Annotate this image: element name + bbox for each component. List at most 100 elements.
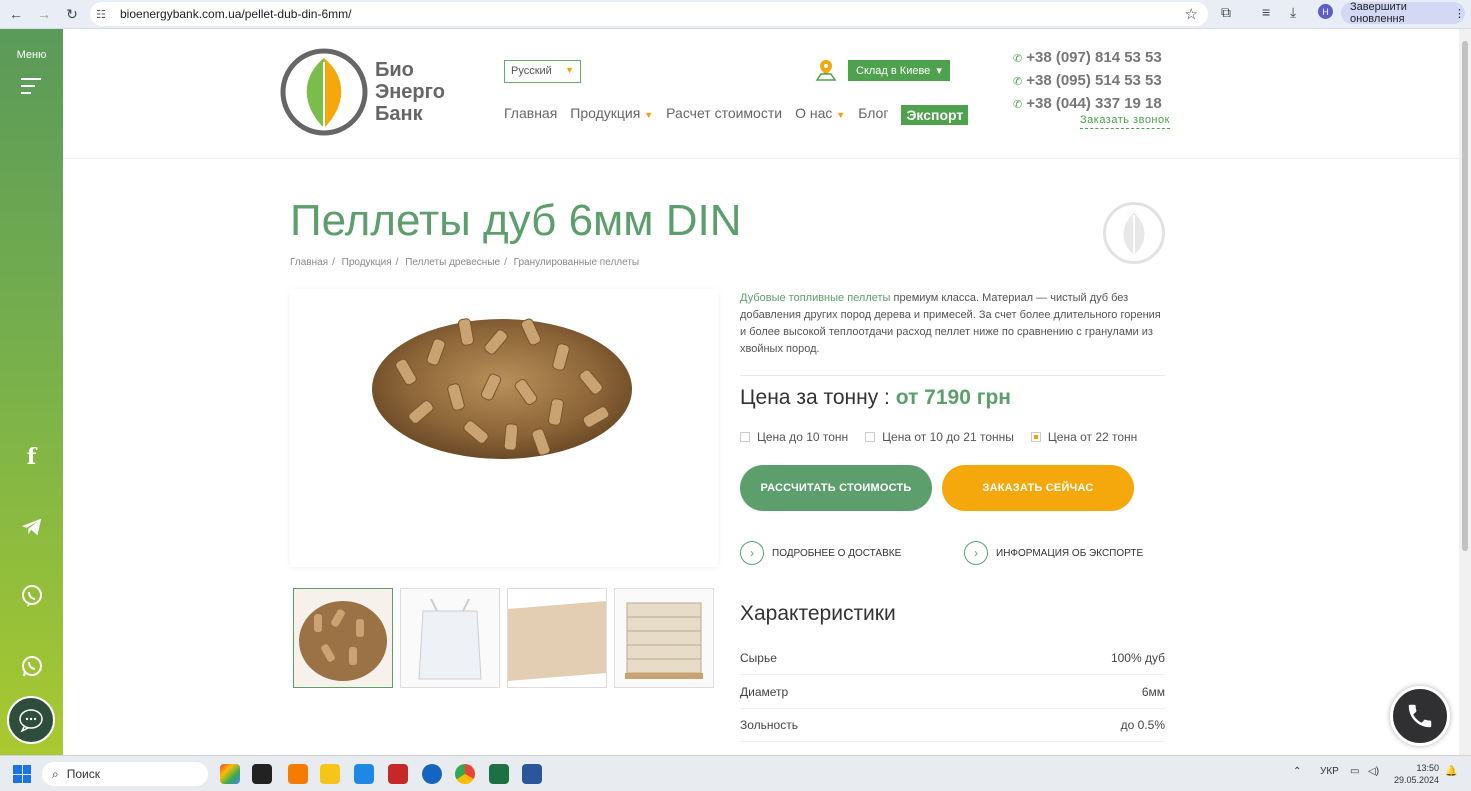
- site-logo[interactable]: [280, 48, 368, 136]
- update-button[interactable]: Завершити оновлення ⋮: [1341, 1, 1465, 25]
- menu-burger-icon[interactable]: [21, 78, 41, 99]
- order-now-button[interactable]: ЗАКАЗАТЬ СЕЙЧАС: [942, 465, 1134, 511]
- char-row: Зольность до 0.5%: [740, 709, 1165, 742]
- notes-app-icon[interactable]: [354, 764, 374, 784]
- char-row: Сырье 100% дуб: [740, 642, 1165, 675]
- caret-down-icon: ▼: [836, 110, 846, 120]
- tray-chevron-up-icon[interactable]: ⌃: [1293, 766, 1301, 777]
- viber-icon[interactable]: [0, 584, 63, 614]
- update-label: Завершити оновлення: [1350, 1, 1407, 25]
- browser-app-icon[interactable]: [422, 764, 442, 784]
- telegram-icon[interactable]: [0, 517, 63, 543]
- breadcrumb-granulated[interactable]: Гранулированные пеллеты: [514, 257, 639, 268]
- site-info-icon[interactable]: ☷: [96, 8, 118, 21]
- phone-list: ✆ +38 (097) 814 53 53 ✆ +38 (095) 514 53 5…: [1013, 49, 1162, 118]
- call-button[interactable]: [1390, 686, 1450, 746]
- checkbox[interactable]: [865, 432, 876, 442]
- caret-down-icon: ▼: [644, 110, 654, 120]
- word-icon[interactable]: [522, 764, 542, 784]
- page-scrollbar[interactable]: [1459, 29, 1471, 755]
- reading-list-icon[interactable]: ≡: [1262, 4, 1270, 20]
- volume-icon[interactable]: ◁): [1368, 766, 1379, 777]
- phone-icon: ✆: [1013, 76, 1023, 88]
- price-option-10-to-21[interactable]: Цена от 10 до 21 тонны: [865, 430, 1014, 444]
- network-icon[interactable]: ▭: [1350, 766, 1359, 777]
- reader-app-icon[interactable]: [388, 764, 408, 784]
- char-row: Диаметр 6мм: [740, 676, 1165, 709]
- product-description: Дубовые топливные пеллеты премиум класса…: [740, 292, 1161, 355]
- nav-export[interactable]: Экспорт: [901, 105, 969, 125]
- breadcrumb-home[interactable]: Главная: [290, 257, 328, 268]
- price-options: Цена до 10 тонн Цена от 10 до 21 тонны Ц…: [740, 430, 1154, 444]
- search-icon: ⌕: [52, 766, 59, 781]
- excel-icon[interactable]: [489, 764, 509, 784]
- nav-products[interactable]: Продукция ▼: [570, 105, 653, 125]
- menu-label: Меню: [16, 49, 47, 61]
- callback-link[interactable]: Заказать звонок: [1080, 114, 1170, 129]
- delivery-info-link[interactable]: › ПОДРОБНЕЕ О ДОСТАВКЕ: [740, 541, 901, 565]
- oak-pellets-link[interactable]: Дубовые топливные пеллеты: [740, 292, 890, 304]
- windows-start-icon[interactable]: [13, 765, 31, 783]
- language-select[interactable]: Русский ▼: [504, 60, 581, 83]
- logo-watermark-icon: [1103, 202, 1165, 264]
- windows-taskbar: ⌕ Поиск ⌃ УКР ▭ ◁) 13:50 29.05.2024 🔔: [0, 755, 1471, 791]
- social-sidebar: Меню f: [0, 29, 63, 755]
- chevron-down-icon: ▼: [565, 65, 574, 75]
- phone-icon: ✆: [1013, 53, 1023, 65]
- downloads-icon[interactable]: ⤓: [1290, 4, 1296, 21]
- chevron-right-icon: ›: [740, 541, 764, 565]
- nav-calc[interactable]: Расчет стоимости: [666, 105, 782, 125]
- thumbnail-sawdust[interactable]: [507, 588, 607, 688]
- input-language[interactable]: УКР: [1320, 766, 1339, 777]
- breadcrumb-products[interactable]: Продукция: [342, 257, 392, 268]
- address-bar[interactable]: ☷ bioenergybank.com.ua/pellet-dub-din-6m…: [90, 2, 1208, 26]
- price-option-up-to-10[interactable]: Цена до 10 тонн: [740, 430, 848, 444]
- checkbox[interactable]: [740, 432, 750, 442]
- thumbnail-pallet[interactable]: [614, 588, 714, 688]
- nav-about[interactable]: О нас ▼: [795, 105, 845, 125]
- thumbnail-pellets[interactable]: [293, 588, 393, 688]
- terminal-icon[interactable]: [252, 764, 272, 784]
- widgets-icon[interactable]: [220, 764, 240, 784]
- taskbar-search[interactable]: ⌕ Поиск: [42, 762, 208, 786]
- site-header: Био Энерго Банк Русский ▼ Главная Продук…: [63, 29, 1459, 159]
- characteristics-title: Характеристики: [740, 602, 896, 625]
- calculate-cost-button[interactable]: РАССЧИТАТЬ СТОИМОСТЬ: [740, 465, 932, 511]
- system-clock[interactable]: 13:50 29.05.2024: [1394, 762, 1439, 786]
- breadcrumb-wood-pellets[interactable]: Пеллеты древесные: [405, 257, 500, 268]
- thumbnail-strip: [293, 588, 721, 688]
- page-title: Пеллеты дуб 6мм DIN: [290, 196, 742, 245]
- bookmark-star-icon[interactable]: ☆: [1185, 5, 1198, 23]
- chrome-icon[interactable]: [455, 764, 475, 784]
- notification-bell-icon[interactable]: 🔔: [1445, 766, 1457, 777]
- phone-2[interactable]: ✆ +38 (095) 514 53 53: [1013, 72, 1162, 95]
- phone-icon: ✆: [1013, 99, 1023, 111]
- export-info-link[interactable]: › ИНФОРМАЦИЯ ОБ ЭКСПОРТЕ: [964, 541, 1143, 565]
- nav-blog[interactable]: Блог: [858, 105, 888, 125]
- nav-home[interactable]: Главная: [504, 105, 557, 125]
- file-explorer-icon[interactable]: [320, 764, 340, 784]
- profile-avatar[interactable]: Н: [1318, 4, 1333, 19]
- price-label: Цена за тонну :: [740, 386, 890, 409]
- extensions-icon[interactable]: ⧉: [1221, 4, 1231, 21]
- scrollbar-thumb[interactable]: [1462, 41, 1468, 551]
- price-block: Цена за тонну : от 7190 грн: [740, 386, 1011, 410]
- checkbox-checked[interactable]: [1030, 432, 1041, 442]
- facebook-icon[interactable]: f: [0, 444, 63, 470]
- logo-text: Био Энерго Банк: [375, 59, 445, 125]
- main-nav: Главная Продукция ▼ Расчет стоимости О н…: [504, 105, 981, 125]
- browser-toolbar: ← → ↻ ☷ bioenergybank.com.ua/pellet-dub-…: [0, 0, 1471, 29]
- thumbnail-big-bag[interactable]: [400, 588, 500, 688]
- firefox-icon[interactable]: [288, 764, 308, 784]
- whatsapp-icon[interactable]: [0, 654, 63, 684]
- chat-widget-icon[interactable]: [7, 696, 55, 744]
- price-option-from-22[interactable]: Цена от 22 тонн: [1030, 430, 1137, 444]
- divider: [740, 375, 1165, 376]
- back-icon[interactable]: ←: [4, 2, 28, 26]
- stock-location-button[interactable]: Склад в Киеве ▾: [848, 60, 950, 81]
- map-pin-icon[interactable]: [815, 59, 837, 87]
- phone-1[interactable]: ✆ +38 (097) 814 53 53: [1013, 49, 1162, 72]
- product-main-image[interactable]: [290, 289, 718, 567]
- forward-icon[interactable]: →: [32, 2, 56, 26]
- reload-icon[interactable]: ↻: [60, 2, 84, 26]
